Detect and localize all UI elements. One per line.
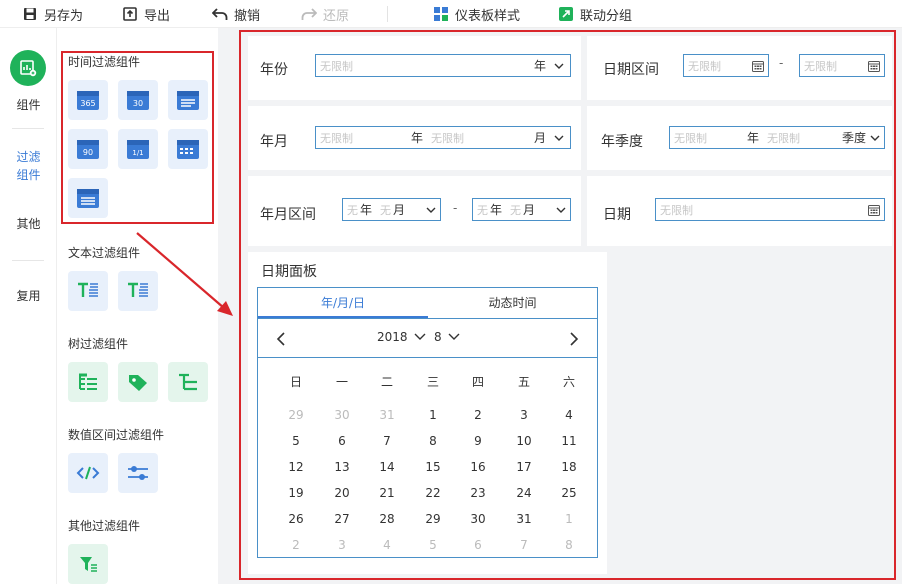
tree-icon bbox=[179, 373, 197, 391]
dashboard-style-icon bbox=[433, 6, 449, 22]
text-filter-title: 文本过滤组件 bbox=[68, 246, 141, 260]
toolbar-divider bbox=[387, 6, 388, 22]
time-filter-highlight bbox=[61, 51, 214, 224]
funnel-icon bbox=[80, 557, 97, 572]
slider-filter-button[interactable] bbox=[118, 453, 158, 493]
nav-other[interactable]: 其他 bbox=[0, 215, 57, 233]
redo-label: 还原 bbox=[323, 8, 350, 24]
save-as-button[interactable]: 另存为 bbox=[22, 0, 83, 28]
tree-list-filter-button[interactable] bbox=[68, 362, 108, 402]
text-filter-button[interactable] bbox=[68, 271, 108, 311]
canvas-highlight bbox=[239, 30, 896, 580]
export-button[interactable]: 导出 bbox=[122, 0, 170, 28]
linkage-group-button[interactable]: 联动分组 bbox=[558, 0, 632, 28]
export-label: 导出 bbox=[144, 8, 171, 24]
tree-dropdown-filter-button[interactable] bbox=[168, 362, 208, 402]
other-filter-button[interactable] bbox=[68, 544, 108, 584]
code-brackets-icon bbox=[76, 466, 100, 480]
tree-filter-title: 树过滤组件 bbox=[68, 337, 129, 351]
linkage-icon bbox=[558, 6, 574, 22]
redo-icon bbox=[301, 6, 317, 22]
numeric-range-filter-title: 数值区间过滤组件 bbox=[68, 428, 165, 442]
dashboard-style-label: 仪表板样式 bbox=[455, 8, 521, 24]
tree-list-icon bbox=[79, 373, 97, 390]
slider-icon bbox=[128, 466, 148, 480]
redo-button[interactable]: 还原 bbox=[301, 0, 349, 28]
other-filter-title: 其他过滤组件 bbox=[68, 519, 141, 533]
text-dropdown-filter-button[interactable] bbox=[118, 271, 158, 311]
nav-components[interactable]: 组件 bbox=[0, 96, 57, 114]
export-icon bbox=[122, 6, 138, 22]
save-as-label: 另存为 bbox=[44, 8, 84, 24]
nav-divider bbox=[12, 260, 44, 261]
left-nav: 组件 过滤 组件 其他 复用 bbox=[0, 28, 57, 584]
text-list-icon bbox=[128, 282, 148, 297]
nav-reuse[interactable]: 复用 bbox=[0, 287, 57, 305]
tag-icon bbox=[129, 375, 147, 391]
numeric-range-filter-button[interactable] bbox=[68, 453, 108, 493]
text-list-icon bbox=[78, 282, 98, 297]
dashboard-style-button[interactable]: 仪表板样式 bbox=[433, 0, 520, 28]
toolbar: 另存为 导出 撤销 还原 仪表板样式 联动分组 bbox=[0, 0, 902, 28]
save-icon bbox=[22, 6, 38, 22]
nav-divider bbox=[12, 128, 44, 129]
tag-filter-button[interactable] bbox=[118, 362, 158, 402]
linkage-group-label: 联动分组 bbox=[580, 8, 633, 24]
undo-icon bbox=[212, 6, 228, 22]
components-icon[interactable] bbox=[10, 50, 46, 86]
undo-label: 撤销 bbox=[234, 8, 261, 24]
undo-button[interactable]: 撤销 bbox=[212, 0, 260, 28]
nav-filter-components[interactable]: 过滤 组件 bbox=[0, 148, 57, 184]
